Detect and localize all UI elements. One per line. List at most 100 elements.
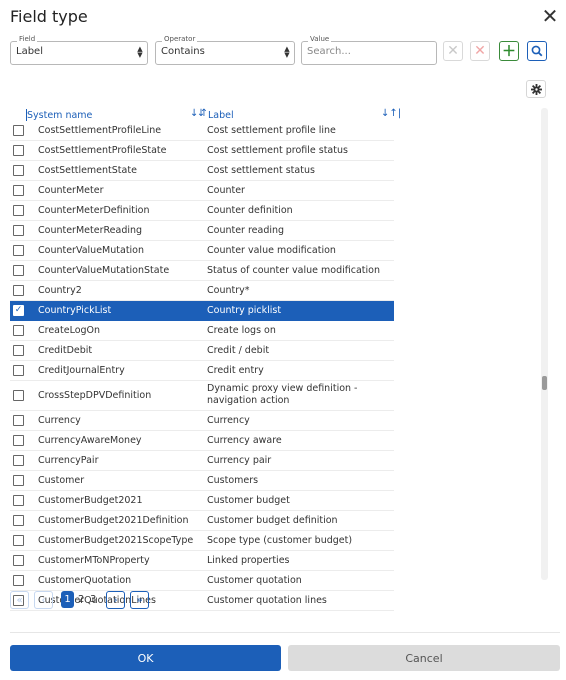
row-checkbox[interactable] <box>13 145 24 156</box>
row-checkbox[interactable] <box>13 365 24 376</box>
last-page-icon[interactable]: » <box>130 591 149 609</box>
table-row[interactable]: CustomerQuotation Customer quotation <box>10 571 394 591</box>
row-label: Status of counter value modification <box>207 265 380 276</box>
table-row[interactable]: CounterMeterReading Counter reading <box>10 221 394 241</box>
page-2[interactable]: 2 <box>78 594 84 605</box>
row-checkbox[interactable] <box>13 285 24 296</box>
row-checkbox[interactable] <box>13 475 24 486</box>
row-label: Cost settlement status <box>207 165 315 176</box>
row-system-name: CreditDebit <box>38 345 93 356</box>
row-system-name: CostSettlementState <box>38 165 137 176</box>
row-checkbox[interactable] <box>13 535 24 546</box>
remove-filter-icon[interactable]: ✕ <box>470 41 490 61</box>
table-row[interactable]: ✓ CountryPickList Country picklist <box>10 301 394 321</box>
row-system-name: CounterMeterReading <box>38 225 143 236</box>
row-label: Country picklist <box>207 305 282 316</box>
field-select[interactable]: Field Label ▲ ▼ <box>10 35 148 65</box>
table-row[interactable]: CustomerBudget2021 Customer budget <box>10 491 394 511</box>
row-system-name: CreateLogOn <box>38 325 101 336</box>
table-row[interactable]: CrossStepDPVDefinition Dynamic proxy view… <box>10 381 394 411</box>
table-row[interactable]: Currency Currency <box>10 411 394 431</box>
next-page-icon[interactable]: › <box>106 591 125 609</box>
row-label: Credit entry <box>207 365 264 376</box>
row-checkbox[interactable] <box>13 415 24 426</box>
row-checkbox[interactable] <box>13 345 24 356</box>
ok-button[interactable]: OK <box>10 645 281 671</box>
table-row[interactable]: CounterMeter Counter <box>10 181 394 201</box>
row-label: Counter reading <box>207 225 285 236</box>
row-checkbox[interactable] <box>13 205 24 216</box>
row-checkbox[interactable] <box>13 515 24 526</box>
table-row[interactable]: CreditJournalEntry Credit entry <box>10 361 394 381</box>
table-row[interactable]: CostSettlementState Cost settlement statu… <box>10 161 394 181</box>
row-checkbox[interactable] <box>13 265 24 276</box>
table-row[interactable]: CounterMeterDefinition Counter definition <box>10 201 394 221</box>
row-checkbox[interactable] <box>13 555 24 566</box>
row-checkbox[interactable]: ✓ <box>13 305 24 316</box>
row-checkbox[interactable] <box>13 455 24 466</box>
value-legend: Value <box>308 35 332 44</box>
scrollbar-track[interactable] <box>541 108 548 580</box>
row-checkbox[interactable] <box>13 185 24 196</box>
row-checkbox[interactable] <box>13 390 24 401</box>
clear-icon[interactable]: ✕ <box>443 41 463 61</box>
row-checkbox[interactable] <box>13 495 24 506</box>
row-checkbox[interactable] <box>13 245 24 256</box>
row-system-name: CounterValueMutationState <box>38 265 170 276</box>
row-label: Country* <box>207 285 250 296</box>
page-3[interactable]: 3 <box>90 594 96 605</box>
column-system-name[interactable]: System name <box>27 110 92 121</box>
row-system-name: CustomerQuotation <box>38 575 132 586</box>
table-row[interactable]: CurrencyPair Currency pair <box>10 451 394 471</box>
gear-icon[interactable] <box>526 80 546 98</box>
row-system-name: CounterMeterDefinition <box>38 205 150 216</box>
prev-page-icon[interactable]: ‹ <box>34 591 53 609</box>
table-row[interactable]: CounterValueMutation Counter value modifi… <box>10 241 394 261</box>
value-input[interactable]: Value Search... <box>301 35 437 65</box>
scrollbar-thumb[interactable] <box>542 376 547 390</box>
row-label: Counter <box>207 185 245 196</box>
row-label: Currency aware <box>207 435 282 446</box>
cancel-button[interactable]: Cancel <box>288 645 560 671</box>
row-label: Currency pair <box>207 455 272 466</box>
column-label[interactable]: Label <box>208 110 234 121</box>
page-1[interactable]: 1 <box>61 591 74 608</box>
table-row[interactable]: CustomerMToNProperty Linked properties <box>10 551 394 571</box>
table-row[interactable]: CustomerBudget2021ScopeType Scope type (c… <box>10 531 394 551</box>
table-row[interactable]: CostSettlementProfileState Cost settlemen… <box>10 141 394 161</box>
field-value: Label <box>16 46 43 57</box>
row-system-name: CurrencyPair <box>38 455 99 466</box>
table-row[interactable]: CreateLogOn Create logs on <box>10 321 394 341</box>
row-checkbox[interactable] <box>13 325 24 336</box>
add-icon[interactable]: ＋ <box>499 41 519 61</box>
row-checkbox[interactable] <box>13 125 24 136</box>
field-legend: Field <box>17 35 38 44</box>
row-checkbox[interactable] <box>13 225 24 236</box>
row-label: Dynamic proxy view definition - navigati… <box>207 383 358 406</box>
first-page-icon[interactable]: « <box>10 591 29 609</box>
table-row[interactable]: Country2 Country* <box>10 281 394 301</box>
sort-icon[interactable]: ↓⇵ <box>190 108 207 119</box>
row-label: Customer budget <box>207 495 290 506</box>
table-row[interactable]: CustomerBudget2021Definition Customer bud… <box>10 511 394 531</box>
table-row[interactable]: Customer Customers <box>10 471 394 491</box>
row-label: Create logs on <box>207 325 276 336</box>
row-system-name: CustomerMToNProperty <box>38 555 150 566</box>
operator-legend: Operator <box>162 35 198 44</box>
row-checkbox[interactable] <box>13 165 24 176</box>
search-icon[interactable] <box>527 41 547 61</box>
operator-select[interactable]: Operator Contains ▲ ▼ <box>155 35 295 65</box>
table-row[interactable]: CounterValueMutationState Status of count… <box>10 261 394 281</box>
row-system-name: CustomerBudget2021 <box>38 495 143 506</box>
sort-icon[interactable]: ↓↑| <box>381 108 401 119</box>
row-system-name: Currency <box>38 415 81 426</box>
operator-value: Contains <box>161 46 205 57</box>
row-system-name: CustomerBudget2021Definition <box>38 515 189 526</box>
table-row[interactable]: CreditDebit Credit / debit <box>10 341 394 361</box>
table-row[interactable]: CostSettlementProfileLine Cost settlement… <box>10 121 394 141</box>
row-checkbox[interactable] <box>13 575 24 586</box>
row-system-name: Country2 <box>38 285 82 296</box>
table-row[interactable]: CurrencyAwareMoney Currency aware <box>10 431 394 451</box>
row-checkbox[interactable] <box>13 435 24 446</box>
close-icon[interactable]: ✕ <box>540 6 560 26</box>
